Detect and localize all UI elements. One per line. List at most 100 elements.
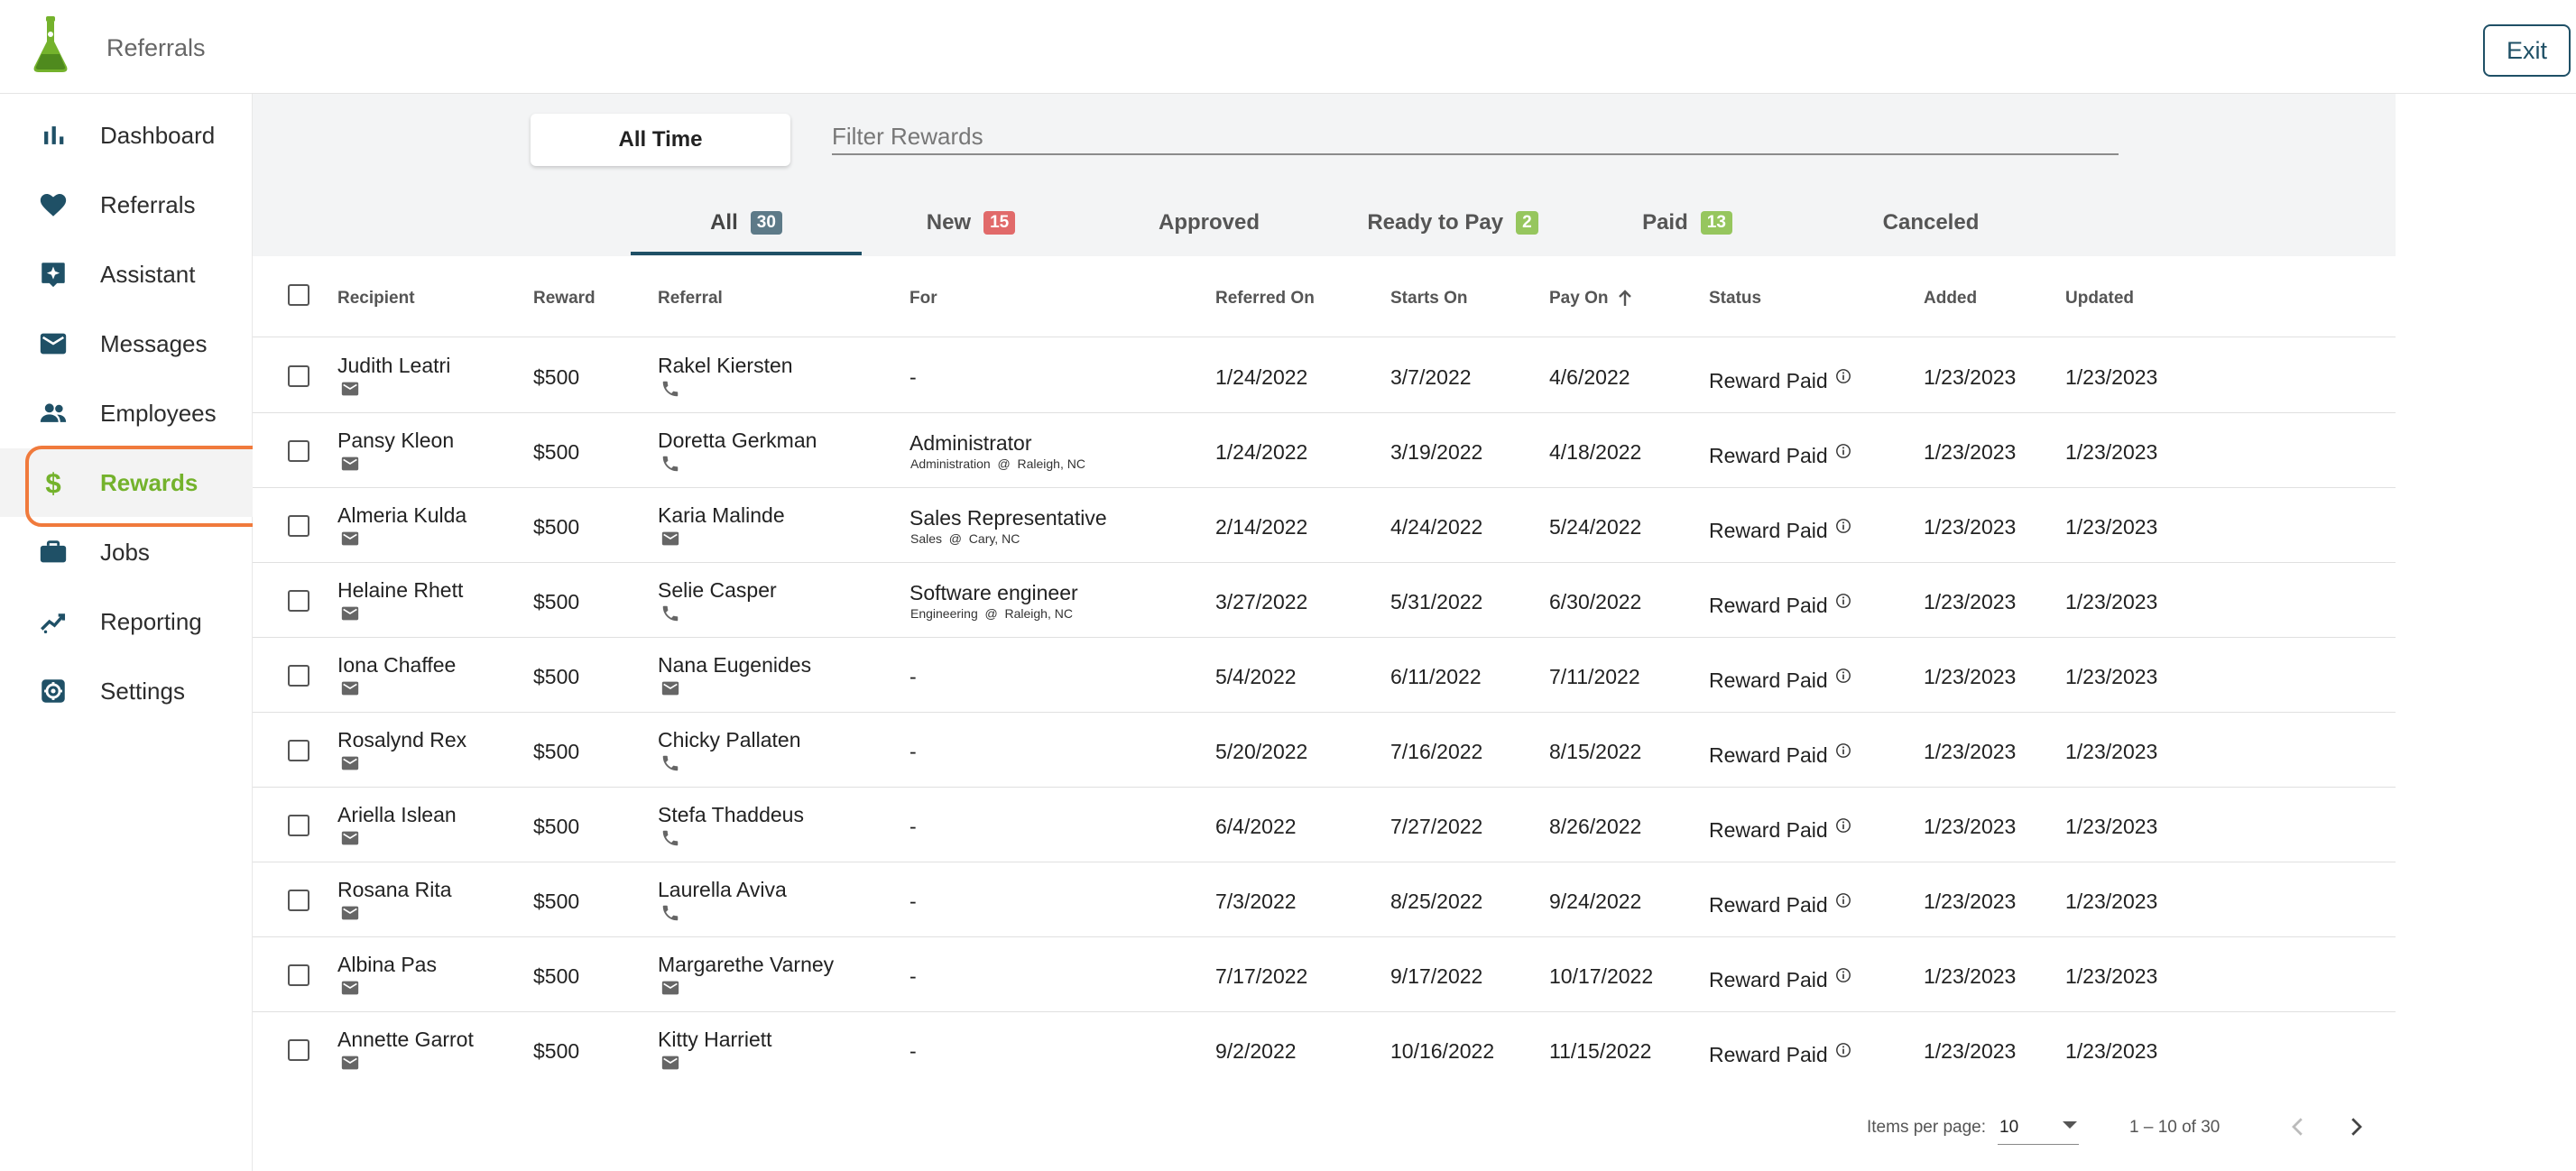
- table-row[interactable]: Rosalynd Rex $500 Chicky Pallaten - 5/20/202…: [253, 713, 2396, 788]
- phone-icon[interactable]: [660, 454, 680, 474]
- sidebar-item-messages[interactable]: Messages: [0, 309, 253, 378]
- updated-date: 1/23/2023: [2065, 890, 2158, 913]
- reward-amount: $500: [533, 365, 580, 389]
- next-page-button[interactable]: [2338, 1109, 2374, 1145]
- column-header-referral[interactable]: Referral: [658, 289, 723, 309]
- referred-on-date: 7/17/2022: [1215, 964, 1308, 988]
- row-checkbox[interactable]: [288, 440, 309, 462]
- active-tab-indicator: [631, 252, 862, 255]
- row-checkbox[interactable]: [288, 665, 309, 687]
- sort-ascending-icon: [1617, 290, 1633, 308]
- column-header-reward[interactable]: Reward: [533, 289, 596, 309]
- for-job-title: -: [909, 1039, 917, 1063]
- table-row[interactable]: Judith Leatri $500 Rakel Kiersten - 1/24/202…: [253, 338, 2396, 413]
- sidebar-item-reporting[interactable]: Reporting: [0, 587, 253, 656]
- info-icon[interactable]: [1835, 964, 1851, 982]
- table-row[interactable]: Ariella Islean $500 Stefa Thaddeus - 6/4/202…: [253, 788, 2396, 862]
- mail-icon[interactable]: [340, 1053, 360, 1073]
- mail-icon[interactable]: [660, 978, 680, 998]
- chevron-left-icon: [2292, 1118, 2303, 1136]
- items-per-page-select[interactable]: 10: [1998, 1112, 2079, 1145]
- table-row[interactable]: Albina Pas $500 Margarethe Varney - 7/17/202…: [253, 937, 2396, 1012]
- column-header-status[interactable]: Status: [1709, 289, 1761, 309]
- sidebar-item-jobs[interactable]: Jobs: [0, 518, 253, 586]
- status-cell: Reward Paid: [1709, 665, 1851, 693]
- column-header-pay-on[interactable]: Pay On: [1549, 289, 1633, 309]
- table-row[interactable]: Iona Chaffee $500 Nana Eugenides - 5/4/2022 6…: [253, 638, 2396, 713]
- status-cell: Reward Paid: [1709, 740, 1851, 768]
- info-icon[interactable]: [1835, 815, 1851, 833]
- row-checkbox[interactable]: [288, 1039, 309, 1061]
- column-header-added[interactable]: Added: [1924, 289, 1977, 309]
- table-row[interactable]: Almeria Kulda $500 Karia Malinde Sales Repr…: [253, 488, 2396, 563]
- starts-on-date: 7/16/2022: [1390, 740, 1483, 763]
- tab-new[interactable]: New 15: [872, 189, 1070, 256]
- column-header-referred-on[interactable]: Referred On: [1215, 289, 1315, 309]
- mail-icon[interactable]: [340, 753, 360, 773]
- table-row[interactable]: Annette Garrot $500 Kitty Harriett - 9/2/202…: [253, 1012, 2396, 1087]
- tab-ready-to-pay[interactable]: Ready to Pay 2: [1335, 189, 1570, 256]
- sidebar-item-employees[interactable]: Employees: [0, 379, 253, 447]
- info-icon[interactable]: [1835, 1039, 1851, 1057]
- mail-icon[interactable]: [340, 604, 360, 623]
- tab-all[interactable]: All 30: [631, 189, 862, 256]
- tab-canceled[interactable]: Canceled: [1814, 189, 2048, 256]
- sidebar-item-referrals[interactable]: Referrals: [0, 171, 253, 239]
- referral-name: Laurella Aviva: [658, 878, 787, 901]
- mail-icon[interactable]: [340, 978, 360, 998]
- row-checkbox[interactable]: [288, 740, 309, 761]
- column-header-for[interactable]: For: [909, 289, 937, 309]
- flask-logo-icon: [32, 16, 69, 72]
- row-checkbox[interactable]: [288, 964, 309, 986]
- column-header-starts-on[interactable]: Starts On: [1390, 289, 1468, 309]
- sidebar-item-settings[interactable]: Settings: [0, 657, 253, 725]
- mail-icon[interactable]: [340, 828, 360, 848]
- phone-icon[interactable]: [660, 753, 680, 773]
- tab-paid[interactable]: Paid 13: [1588, 189, 1787, 256]
- status-text: Reward Paid: [1709, 743, 1828, 767]
- row-checkbox[interactable]: [288, 890, 309, 911]
- info-icon[interactable]: [1835, 590, 1851, 608]
- time-range-button[interactable]: All Time: [531, 114, 790, 166]
- sidebar-item-dashboard[interactable]: Dashboard: [0, 101, 253, 170]
- table-row[interactable]: Helaine Rhett $500 Selie Casper Software en…: [253, 563, 2396, 638]
- row-checkbox[interactable]: [288, 365, 309, 387]
- info-icon[interactable]: [1835, 665, 1851, 683]
- phone-icon[interactable]: [660, 828, 680, 848]
- previous-page-button[interactable]: [2280, 1109, 2316, 1145]
- updated-date: 1/23/2023: [2065, 740, 2158, 763]
- table-row[interactable]: Pansy Kleon $500 Doretta Gerkman Administra…: [253, 413, 2396, 488]
- mail-icon[interactable]: [340, 678, 360, 698]
- updated-date: 1/23/2023: [2065, 1039, 2158, 1063]
- phone-icon[interactable]: [660, 604, 680, 623]
- info-icon[interactable]: [1835, 365, 1851, 383]
- for-job-title: -: [909, 815, 917, 838]
- filter-rewards-input[interactable]: [832, 119, 2119, 155]
- info-icon[interactable]: [1835, 890, 1851, 908]
- mail-icon[interactable]: [660, 529, 680, 549]
- mail-icon[interactable]: [340, 529, 360, 549]
- exit-button[interactable]: Exit: [2483, 24, 2571, 77]
- sidebar-item-assistant[interactable]: Assistant: [0, 240, 253, 309]
- mail-icon[interactable]: [340, 454, 360, 474]
- row-checkbox[interactable]: [288, 815, 309, 836]
- phone-icon[interactable]: [660, 903, 680, 923]
- referral-name: Karia Malinde: [658, 503, 785, 527]
- phone-icon[interactable]: [660, 379, 680, 399]
- mail-icon[interactable]: [340, 379, 360, 399]
- mail-icon[interactable]: [660, 1053, 680, 1073]
- mail-icon[interactable]: [340, 903, 360, 923]
- column-header-updated[interactable]: Updated: [2065, 289, 2134, 309]
- mail-icon[interactable]: [660, 678, 680, 698]
- row-checkbox[interactable]: [288, 515, 309, 537]
- info-icon[interactable]: [1835, 740, 1851, 758]
- select-all-checkbox[interactable]: [288, 284, 309, 306]
- info-icon[interactable]: [1835, 515, 1851, 533]
- column-header-label: Pay On: [1549, 289, 1609, 308]
- row-checkbox[interactable]: [288, 590, 309, 612]
- tab-approved[interactable]: Approved: [1101, 189, 1317, 256]
- for-job-title: -: [909, 740, 917, 763]
- info-icon[interactable]: [1835, 440, 1851, 458]
- column-header-recipient[interactable]: Recipient: [337, 289, 415, 309]
- table-row[interactable]: Rosana Rita $500 Laurella Aviva - 7/3/2022 8/…: [253, 862, 2396, 937]
